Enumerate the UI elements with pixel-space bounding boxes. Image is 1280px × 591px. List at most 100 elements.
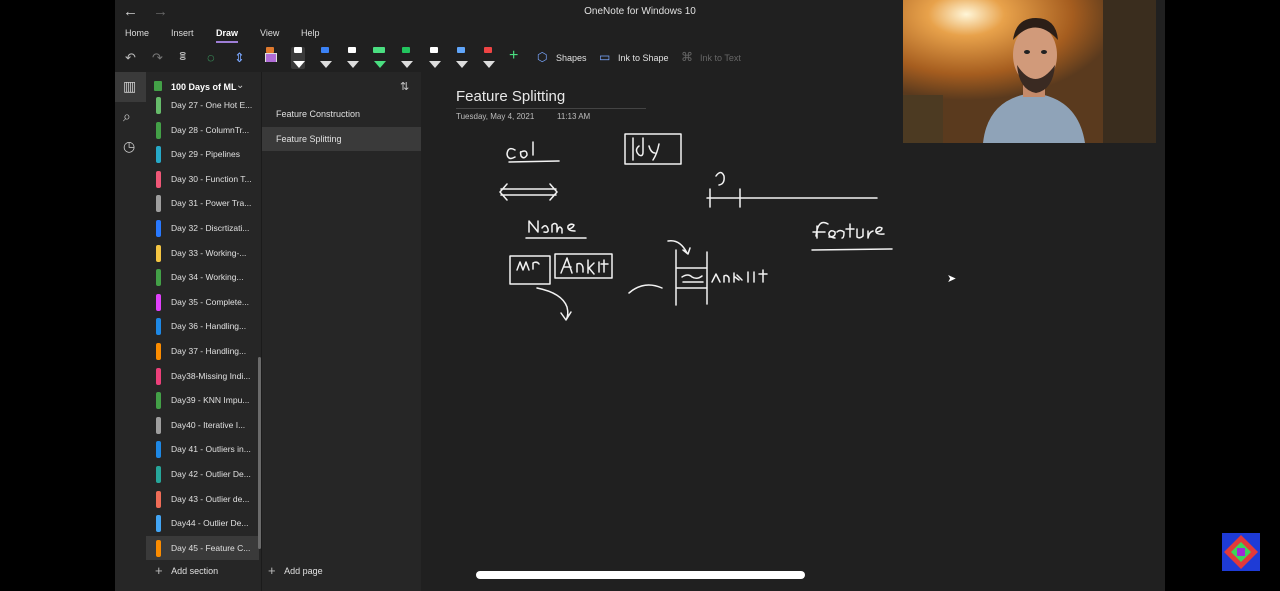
ink-arrow-down [536,287,572,321]
section-label: Day 34 - Working... [171,272,244,283]
corner-logo-icon [1222,533,1260,571]
menu-draw[interactable]: Draw [216,28,238,38]
section-label: Day 36 - Handling... [171,321,247,332]
page-item-active[interactable]: Feature Splitting [262,127,422,151]
section-color-tab [156,441,161,459]
section-item[interactable]: Day 30 - Function T... [146,167,259,191]
ink-arrow-top [667,240,691,255]
section-label: Day 29 - Pipelines [171,149,240,160]
nav-rail: ▥ ⌕ ◷ [115,72,146,591]
recent-clock-icon[interactable]: ◷ [123,138,135,155]
section-label: Day 31 - Power Tra... [171,198,252,209]
section-color-tab [156,466,161,483]
ink-to-shape-icon[interactable]: ▭ [599,50,610,64]
section-label: Day 30 - Function T... [171,173,252,184]
section-item[interactable]: Day 33 - Working-... [146,241,259,265]
section-item[interactable]: Day39 - KNN Impu... [146,388,259,412]
section-item[interactable]: Day 29 - Pipelines [146,142,259,166]
pen-green[interactable] [399,47,413,69]
shapes-button[interactable]: Shapes [556,53,587,63]
add-section-label: Add section [171,566,219,576]
search-icon[interactable]: ⌕ [123,108,131,125]
section-color-tab [156,293,161,311]
section-label: Day40 - Iterative I... [171,419,246,430]
page-item[interactable]: Feature Construction [262,102,422,126]
menu-home[interactable]: Home [125,28,149,38]
section-item[interactable]: Day 45 - Feature C... [146,535,259,560]
section-label: Day 28 - ColumnTr... [171,124,250,135]
section-item[interactable]: Day38-Missing Indi... [146,364,259,388]
section-item[interactable]: Day 37 - Handling... [146,339,259,363]
pen-white-2[interactable] [427,47,441,69]
section-color-tab [156,539,161,557]
pen-red[interactable] [481,47,495,69]
section-item[interactable]: Day40 - Iterative I... [146,413,259,437]
section-item[interactable]: Day 42 - Outlier De... [146,462,259,486]
section-label: Day 42 - Outlier De... [171,469,251,479]
ink-mr [516,261,540,271]
ink-to-text-button: Ink to Text [700,53,741,63]
section-label: Day 33 - Working-... [171,247,247,258]
pen-light-blue[interactable] [454,47,468,69]
menu-insert[interactable]: Insert [171,28,194,38]
note-canvas[interactable]: Feature Splitting Tuesday, May 4, 2021 1… [421,72,1165,591]
highlighter-orange-pen[interactable] [263,47,277,69]
chevron-down-icon: ⌄ [236,80,245,91]
section-label: Day 35 - Complete... [171,296,249,307]
redo-icon[interactable]: ↷ [152,50,163,66]
ink-timeline-arrow [715,171,725,186]
ink-feature [812,221,885,239]
section-item[interactable]: Day 43 - Outlier de... [146,487,259,511]
section-color-tab [156,220,161,237]
ink-name [528,220,576,234]
section-color-tab [156,367,161,385]
section-label: Day44 - Outlier De... [171,518,249,529]
sort-icon[interactable]: ⇅ [400,80,409,93]
section-color-tab [156,195,161,213]
notebooks-icon[interactable]: ▥ [123,78,136,95]
highlighter-green[interactable] [372,47,386,69]
mouse-cursor-icon: ➤ [947,273,957,285]
section-color-tab [156,515,161,533]
section-item[interactable]: Day 41 - Outliers in... [146,437,259,461]
home-indicator [476,571,805,579]
section-item[interactable]: Day 35 - Complete... [146,290,259,314]
section-label: Day 41 - Outliers in... [171,444,251,455]
pen-white[interactable] [345,47,359,69]
pages-pane: ⇅ Feature Construction Feature Splitting [261,72,422,591]
ink-timeline [706,188,878,208]
ink-to-text-icon: ⌘ [681,50,693,64]
ink-to-shape-button[interactable]: Ink to Shape [618,53,669,63]
section-item[interactable]: Day 36 - Handling... [146,314,259,338]
section-label: Day 37 - Handling... [171,346,247,356]
menu-view[interactable]: View [260,28,279,38]
add-space-icon[interactable]: ⇕ [234,50,245,66]
add-page-button[interactable]: + Add page [268,562,323,586]
section-color-tab [156,318,161,336]
section-color-tab [156,97,161,114]
pen-white-selected[interactable] [291,47,305,69]
section-item[interactable]: Day 31 - Power Tra... [146,191,259,215]
add-section-button[interactable]: + Add section [155,562,218,586]
section-color-tab [156,244,161,262]
section-item[interactable]: Day 34 - Working... [146,265,259,289]
section-item[interactable]: Day 27 - One Hot E... [146,93,259,117]
section-label: Day39 - KNN Impu... [171,395,250,406]
section-color-tab [156,146,161,164]
page-label: Feature Construction [276,109,361,119]
presenter-video [903,0,1156,143]
ink-feature-underline [811,248,893,251]
section-item[interactable]: Day 32 - Discrtizati... [146,216,259,240]
undo-icon[interactable]: ↶ [125,50,136,66]
add-pen-icon[interactable]: + [509,47,518,65]
type-select-icon[interactable]: ⴻ [179,50,187,63]
pen-blue[interactable] [318,47,332,69]
section-item[interactable]: Day44 - Outlier De... [146,511,259,535]
lasso-select-icon[interactable]: ◌ [207,50,215,65]
shapes-icon[interactable]: ⬡ [537,50,547,64]
menu-help[interactable]: Help [301,28,320,38]
plus-icon: + [155,563,163,578]
section-color-tab [156,343,161,360]
section-item[interactable]: Day 28 - ColumnTr... [146,118,259,142]
ink-double-arrow [499,183,558,201]
